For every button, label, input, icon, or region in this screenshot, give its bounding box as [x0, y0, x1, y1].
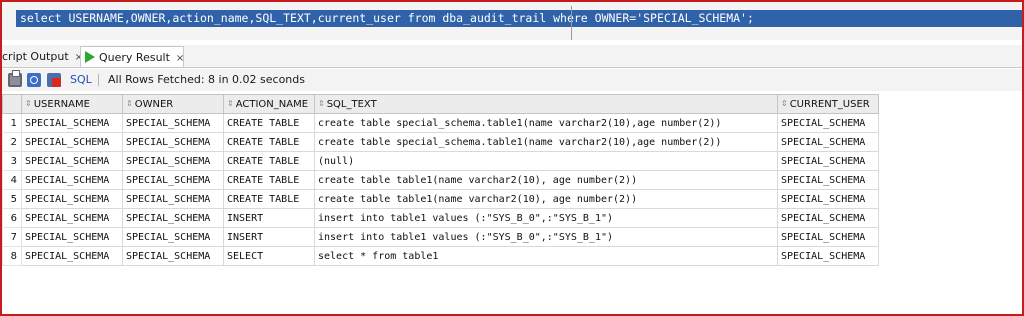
cell-action-name[interactable]: CREATE TABLE [223, 189, 315, 209]
cell-sql-text[interactable]: create table special_schema.table1(name … [314, 113, 778, 133]
cell-action-name[interactable]: CREATE TABLE [223, 151, 315, 171]
delete-icon[interactable] [47, 73, 61, 87]
cell-username[interactable]: SPECIAL_SCHEMA [21, 208, 123, 228]
cell-username[interactable]: SPECIAL_SCHEMA [21, 132, 123, 152]
cell-username[interactable]: SPECIAL_SCHEMA [21, 227, 123, 247]
cell-owner[interactable]: SPECIAL_SCHEMA [122, 227, 224, 247]
column-header-action-name[interactable]: ⇕ ACTION_NAME [223, 94, 315, 114]
table-row[interactable]: 2 SPECIAL_SCHEMA SPECIAL_SCHEMA CREATE TABL… [2, 132, 879, 152]
cell-sql-text[interactable]: select * from table1 [314, 246, 778, 266]
column-header-current-user[interactable]: ⇕ CURRENT_USER [777, 94, 879, 114]
table-row[interactable]: 6 SPECIAL_SCHEMA SPECIAL_SCHEMA INSERT inser… [2, 208, 879, 228]
sql-editor[interactable]: select USERNAME,OWNER,action_name,SQL_TE… [2, 2, 1022, 40]
cell-action-name[interactable]: INSERT [223, 227, 315, 247]
cell-sql-text[interactable]: create table table1(name varchar2(10), a… [314, 170, 778, 190]
cell-username[interactable]: SPECIAL_SCHEMA [21, 151, 123, 171]
table-row[interactable]: 4 SPECIAL_SCHEMA SPECIAL_SCHEMA CREATE TABL… [2, 170, 879, 190]
cell-current-user[interactable]: SPECIAL_SCHEMA [777, 132, 879, 152]
cell-sql-text[interactable]: insert into table1 values (:"SYS_B_0",:"… [314, 208, 778, 228]
row-number: 2 [2, 132, 22, 152]
cell-owner[interactable]: SPECIAL_SCHEMA [122, 132, 224, 152]
run-icon [85, 51, 95, 63]
column-header-owner[interactable]: ⇕ OWNER [122, 94, 224, 114]
cell-owner[interactable]: SPECIAL_SCHEMA [122, 151, 224, 171]
row-number: 3 [2, 151, 22, 171]
refresh-icon[interactable] [27, 73, 41, 87]
table-row[interactable]: 1 SPECIAL_SCHEMA SPECIAL_SCHEMA CREATE TABL… [2, 113, 879, 133]
tab-query-result[interactable]: Query Result × [80, 46, 184, 67]
cell-owner[interactable]: SPECIAL_SCHEMA [122, 170, 224, 190]
tab-script-output[interactable]: cript Output × [2, 46, 83, 67]
tab-script-output-label: cript Output [2, 50, 69, 63]
cell-sql-text[interactable]: create table table1(name varchar2(10), a… [314, 189, 778, 209]
cell-current-user[interactable]: SPECIAL_SCHEMA [777, 227, 879, 247]
cell-current-user[interactable]: SPECIAL_SCHEMA [777, 151, 879, 171]
row-number: 1 [2, 113, 22, 133]
results-grid: ⇕ USERNAME ⇕ OWNER ⇕ ACTION_NAME ⇕ SQL_TEXT … [2, 94, 879, 266]
cell-sql-text[interactable]: (null) [314, 151, 778, 171]
sort-icon: ⇕ [227, 98, 234, 108]
cell-owner[interactable]: SPECIAL_SCHEMA [122, 189, 224, 209]
column-header-sql-text[interactable]: ⇕ SQL_TEXT [314, 94, 778, 114]
cell-owner[interactable]: SPECIAL_SCHEMA [122, 113, 224, 133]
cell-username[interactable]: SPECIAL_SCHEMA [21, 246, 123, 266]
column-header-label: CURRENT_USER [789, 98, 870, 110]
cell-action-name[interactable]: INSERT [223, 208, 315, 228]
tab-query-result-label: Query Result [99, 51, 170, 64]
grid-header-row: ⇕ USERNAME ⇕ OWNER ⇕ ACTION_NAME ⇕ SQL_TEXT … [2, 94, 879, 114]
editor-caret [571, 6, 572, 40]
cell-current-user[interactable]: SPECIAL_SCHEMA [777, 189, 879, 209]
cell-username[interactable]: SPECIAL_SCHEMA [21, 189, 123, 209]
result-toolbar: SQL All Rows Fetched: 8 in 0.02 seconds [2, 69, 1022, 91]
row-number: 8 [2, 246, 22, 266]
cell-sql-text[interactable]: create table special_schema.table1(name … [314, 132, 778, 152]
sort-icon: ⇕ [25, 98, 32, 108]
cell-current-user[interactable]: SPECIAL_SCHEMA [777, 246, 879, 266]
cell-owner[interactable]: SPECIAL_SCHEMA [122, 246, 224, 266]
cell-action-name[interactable]: SELECT [223, 246, 315, 266]
column-header-label: OWNER [134, 98, 174, 110]
cell-owner[interactable]: SPECIAL_SCHEMA [122, 208, 224, 228]
sort-icon: ⇕ [781, 98, 788, 108]
table-row[interactable]: 5 SPECIAL_SCHEMA SPECIAL_SCHEMA CREATE TABL… [2, 189, 879, 209]
sql-link[interactable]: SQL [70, 69, 92, 91]
table-row[interactable]: 3 SPECIAL_SCHEMA SPECIAL_SCHEMA CREATE TABL… [2, 151, 879, 171]
column-header-username[interactable]: ⇕ USERNAME [21, 94, 123, 114]
cell-username[interactable]: SPECIAL_SCHEMA [21, 170, 123, 190]
sort-icon: ⇕ [318, 98, 325, 108]
sort-icon: ⇕ [126, 98, 133, 108]
toolbar-divider [98, 74, 99, 86]
fetch-status: All Rows Fetched: 8 in 0.02 seconds [108, 73, 305, 86]
cell-current-user[interactable]: SPECIAL_SCHEMA [777, 170, 879, 190]
close-icon[interactable]: × [176, 53, 184, 64]
column-header-label: USERNAME [33, 98, 90, 110]
row-number: 5 [2, 189, 22, 209]
result-tabs: cript Output × Query Result × [2, 45, 1022, 68]
table-row[interactable]: 8 SPECIAL_SCHEMA SPECIAL_SCHEMA SELECT selec… [2, 246, 879, 266]
cell-current-user[interactable]: SPECIAL_SCHEMA [777, 208, 879, 228]
column-header-label: SQL_TEXT [326, 98, 377, 110]
editor-query-line[interactable]: select USERNAME,OWNER,action_name,SQL_TE… [16, 10, 1022, 27]
cell-action-name[interactable]: CREATE TABLE [223, 132, 315, 152]
column-header-label: ACTION_NAME [235, 98, 309, 110]
cell-current-user[interactable]: SPECIAL_SCHEMA [777, 113, 879, 133]
table-row[interactable]: 7 SPECIAL_SCHEMA SPECIAL_SCHEMA INSERT inser… [2, 227, 879, 247]
cell-username[interactable]: SPECIAL_SCHEMA [21, 113, 123, 133]
row-number: 6 [2, 208, 22, 228]
row-number: 4 [2, 170, 22, 190]
cell-action-name[interactable]: CREATE TABLE [223, 170, 315, 190]
row-number-header [2, 94, 22, 114]
row-number: 7 [2, 227, 22, 247]
print-icon[interactable] [8, 70, 22, 87]
cell-sql-text[interactable]: insert into table1 values (:"SYS_B_0",:"… [314, 227, 778, 247]
cell-action-name[interactable]: CREATE TABLE [223, 113, 315, 133]
